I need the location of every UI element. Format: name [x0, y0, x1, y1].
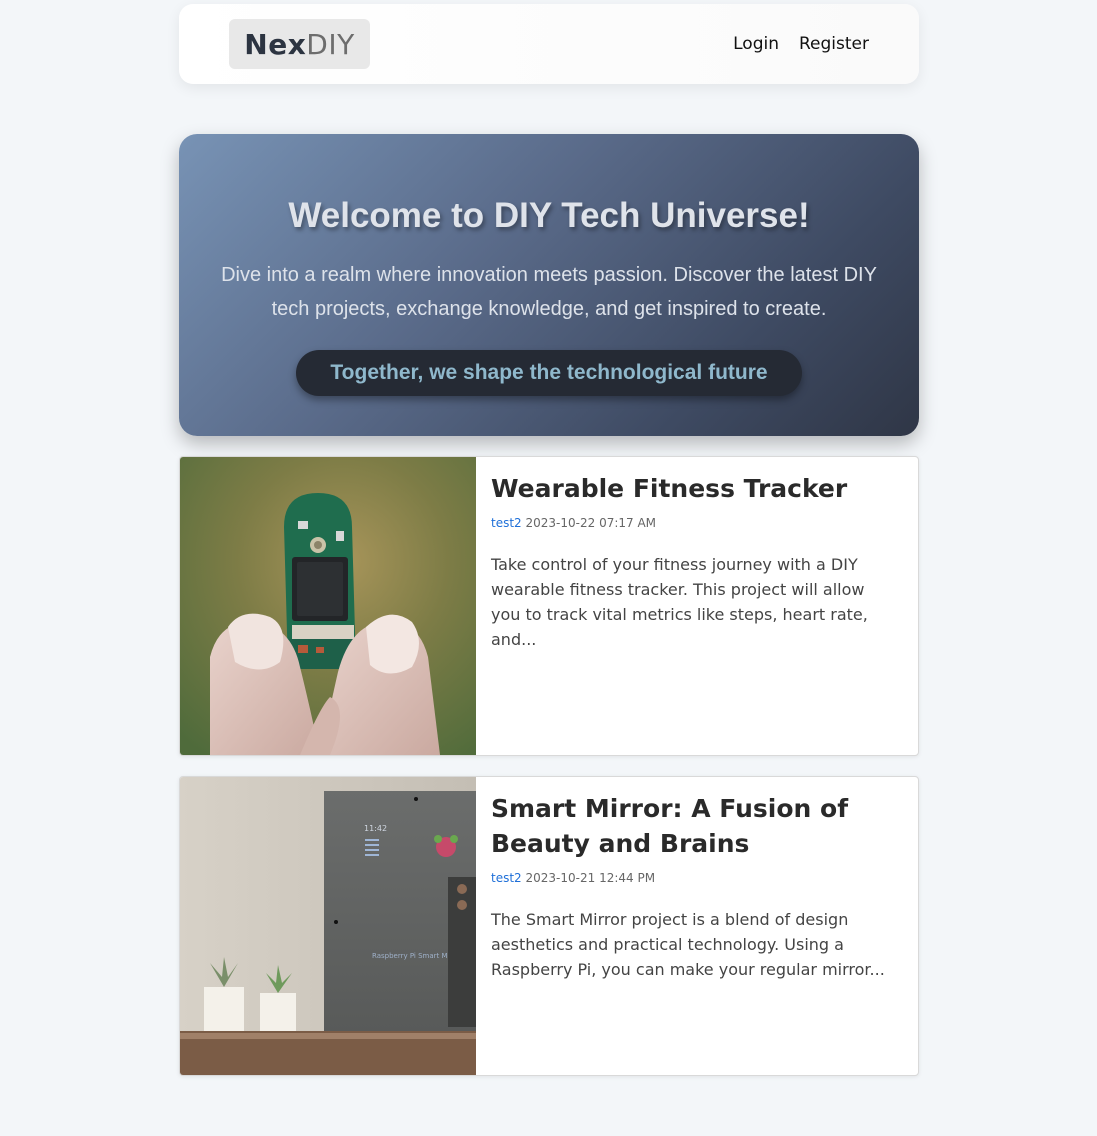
post-thumbnail-smart-mirror[interactable]: 11:42 Raspberry Pi Smart Mirror	[180, 777, 476, 1075]
login-link[interactable]: Login	[733, 34, 779, 54]
register-link[interactable]: Register	[799, 34, 869, 54]
mirror-clock-text: 11:42	[364, 824, 387, 833]
post-thumbnail-fitness-tracker[interactable]	[180, 457, 476, 755]
post-body: Smart Mirror: A Fusion of Beauty and Bra…	[491, 791, 898, 982]
navbar: Nex DIY Login Register	[179, 4, 919, 84]
hero-tagline-pill: Together, we shape the technological fut…	[296, 350, 802, 396]
nav-links: Login Register	[733, 4, 869, 84]
post-excerpt: Take control of your fitness journey wit…	[491, 555, 868, 649]
hero-title: Welcome to DIY Tech Universe!	[288, 196, 810, 235]
logo-text-diy: DIY	[306, 27, 355, 61]
post-card[interactable]: Wearable Fitness Tracker test2 2023-10-2…	[179, 456, 919, 756]
post-author-link[interactable]: test2	[491, 871, 522, 885]
post-date: 2023-10-22 07:17 AM	[525, 516, 657, 530]
post-title[interactable]: Smart Mirror: A Fusion of Beauty and Bra…	[491, 791, 898, 861]
hero-banner: Welcome to DIY Tech Universe! Dive into …	[179, 134, 919, 436]
post-author-link[interactable]: test2	[491, 516, 522, 530]
post-card[interactable]: 11:42 Raspberry Pi Smart Mirror Smart Mi…	[179, 776, 919, 1076]
post-excerpt: The Smart Mirror project is a blend of d…	[491, 910, 885, 979]
site-logo[interactable]: Nex DIY	[229, 19, 370, 69]
post-meta: test2 2023-10-21 12:44 PM	[491, 871, 898, 885]
post-title[interactable]: Wearable Fitness Tracker	[491, 471, 898, 506]
logo-text-nex: Nex	[244, 27, 307, 61]
post-meta: test2 2023-10-22 07:17 AM	[491, 516, 898, 530]
hero-subtitle: Dive into a realm where innovation meets…	[221, 264, 877, 320]
post-date: 2023-10-21 12:44 PM	[525, 871, 656, 885]
post-body: Wearable Fitness Tracker test2 2023-10-2…	[491, 471, 898, 652]
